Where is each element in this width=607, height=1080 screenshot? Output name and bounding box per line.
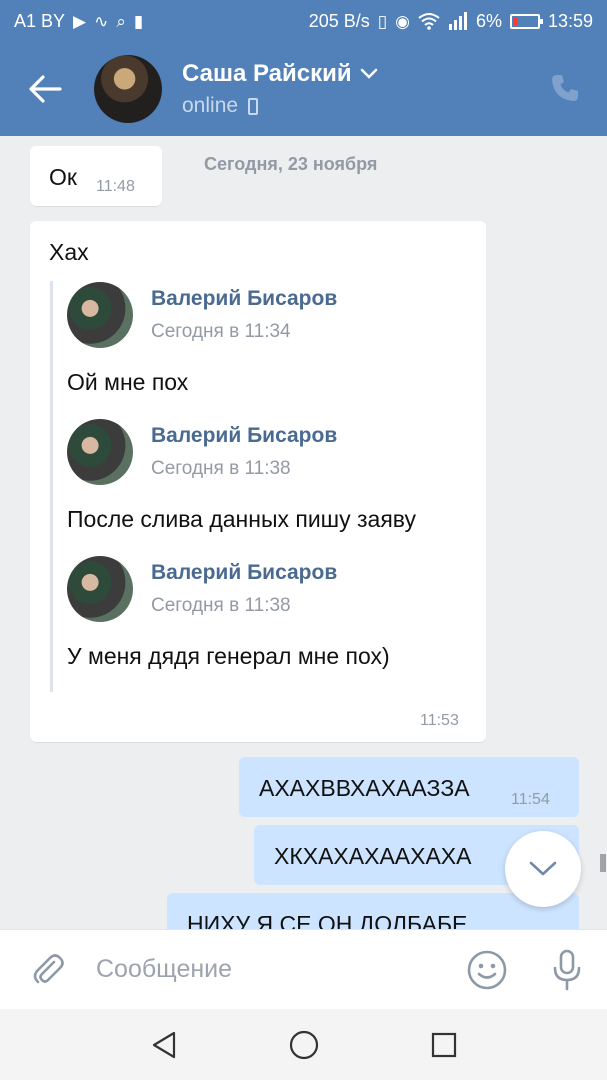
forwarded-header[interactable]: Валерий Бисаров Сегодня в 11:38 [67,418,480,486]
avatar[interactable] [67,556,133,622]
date-separator: Сегодня, 23 ноября [204,154,378,174]
forwarded-meta: Валерий Бисаров Сегодня в 11:38 [151,561,337,617]
square-recents-icon [431,1032,456,1057]
forwarded-messages[interactable]: Валерий Бисаров Сегодня в 11:34 Ой мне п… [50,281,480,692]
message-outgoing[interactable]: НИХУ Я СЕ ОН ДОЛБАБЕ [167,893,579,929]
activity-icon: ∿ [94,11,109,31]
contact-info[interactable]: Саша Райский online [182,60,378,118]
nav-home-button[interactable] [284,1025,324,1065]
chat-header: Саша Райский online [0,42,607,136]
attach-button[interactable] [0,930,96,1010]
microphone-icon [553,949,581,990]
paperclip-icon [33,953,64,983]
forwarded-header[interactable]: Валерий Бисаров Сегодня в 11:34 [67,281,480,349]
voice-button[interactable] [527,930,607,1010]
battery-percent: 6% [475,10,502,31]
forwarded-meta: Валерий Бисаров Сегодня в 11:34 [151,287,337,343]
system-nav-bar [0,1009,607,1080]
avatar[interactable] [67,419,133,485]
network-speed: 205 B/s [308,10,370,31]
composer [0,929,607,1009]
forwarded-author[interactable]: Валерий Бисаров [151,424,337,448]
chevron-down-icon [360,68,377,79]
message-time: 11:53 [420,712,459,729]
circle-home-icon [289,1030,318,1059]
forwarded-author[interactable]: Валерий Бисаров [151,287,337,311]
chevron-down-icon [529,861,557,876]
triangle-back-icon [152,1031,175,1058]
message-list[interactable]: Ок 11:48 Сегодня, 23 ноября Хах Валерий … [0,136,607,929]
forwarded-text: После слива данных пишу заяву [67,506,417,532]
scroll-down-button[interactable] [505,831,581,907]
status-left: A1 BY ▶ ∿ ⌕ ▮ [14,11,143,32]
status-right: 205 B/s ▯ ◉ 6% 13:59 [309,11,593,32]
clipboard-icon: ▮ [133,11,144,31]
contact-name-text: Саша Райский [182,60,352,87]
contact-name[interactable]: Саша Райский [182,60,378,88]
vibrate-icon: ▯ [377,11,388,31]
forwarded-date: Сегодня в 11:34 [151,321,291,342]
message-outgoing[interactable]: АХАХВВХАХААЗЗА 11:54 [239,757,579,817]
message-time: 11:48 [96,178,135,195]
forwarded-header[interactable]: Валерий Бисаров Сегодня в 11:38 [67,555,480,623]
online-status: online [182,94,378,118]
wifi-icon [418,13,440,30]
battery-icon [509,13,543,29]
avatar[interactable] [94,55,162,123]
message-incoming[interactable]: Ок 11:48 [30,146,162,206]
forwarded-text: Ой мне пох [67,369,189,395]
forwarded-author[interactable]: Валерий Бисаров [151,561,337,585]
mobile-icon [248,97,259,115]
nav-recents-button[interactable] [424,1025,464,1065]
smile-icon [467,950,507,989]
carrier-label: A1 BY [14,10,66,31]
message-text: НИХУ Я СЕ ОН ДОЛБАБЕ [187,911,468,929]
message-text: Хах [49,239,89,265]
emoji-button[interactable] [447,930,527,1010]
message-incoming[interactable]: Хах Валерий Бисаров Сегодня в 11:34 Ой м… [30,221,486,742]
message-input[interactable] [96,955,447,984]
scrollbar[interactable] [600,854,606,872]
call-button[interactable] [549,72,583,106]
avatar[interactable] [67,282,133,348]
signal-icon [448,12,467,30]
play-icon: ▶ [73,11,87,31]
forwarded-date: Сегодня в 11:38 [151,595,291,616]
online-status-text: online [182,94,239,117]
back-button[interactable] [0,42,90,136]
message-text: Ок [49,164,77,190]
clock: 13:59 [547,10,593,31]
nav-back-button[interactable] [144,1025,184,1065]
message-text: ХКХАХАХААХАХА [274,843,472,869]
message-time: 11:54 [511,791,550,808]
forwarded-meta: Валерий Бисаров Сегодня в 11:38 [151,424,337,480]
search-icon: ⌕ [116,11,126,31]
message-text: АХАХВВХАХААЗЗА [259,775,470,801]
forwarded-date: Сегодня в 11:38 [151,458,291,479]
phone-icon [552,75,578,101]
status-bar: A1 BY ▶ ∿ ⌕ ▮ 205 B/s ▯ ◉ 6% 13:59 [0,0,607,42]
forwarded-text: У меня дядя генерал мне пох) [67,643,390,669]
arrow-left-icon [29,75,62,103]
eye-icon: ◉ [395,11,410,31]
